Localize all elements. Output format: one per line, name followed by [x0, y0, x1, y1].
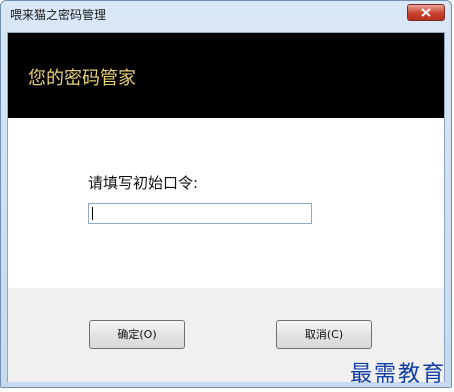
text-caret	[92, 207, 93, 220]
title-bar[interactable]: 喂来猫之密码管理	[1, 1, 451, 25]
close-x-icon	[421, 8, 431, 17]
watermark-text: 最需教育	[349, 362, 446, 387]
dialog-window: 喂来猫之密码管理 您的密码管家 请填写初始口令: 确定(O) 取消(C)	[0, 0, 452, 388]
initial-password-input[interactable]	[88, 203, 312, 224]
initial-password-label: 请填写初始口令:	[88, 174, 199, 192]
banner-heading: 您的密码管家	[28, 68, 136, 89]
close-button[interactable]	[407, 4, 445, 21]
dialog-client-area: 您的密码管家 请填写初始口令: 确定(O) 取消(C)	[7, 32, 445, 382]
cancel-button[interactable]: 取消(C)	[276, 320, 372, 349]
window-title: 喂来猫之密码管理	[10, 8, 107, 22]
ok-button[interactable]: 确定(O)	[89, 320, 185, 349]
header-banner: 您的密码管家	[8, 33, 444, 118]
